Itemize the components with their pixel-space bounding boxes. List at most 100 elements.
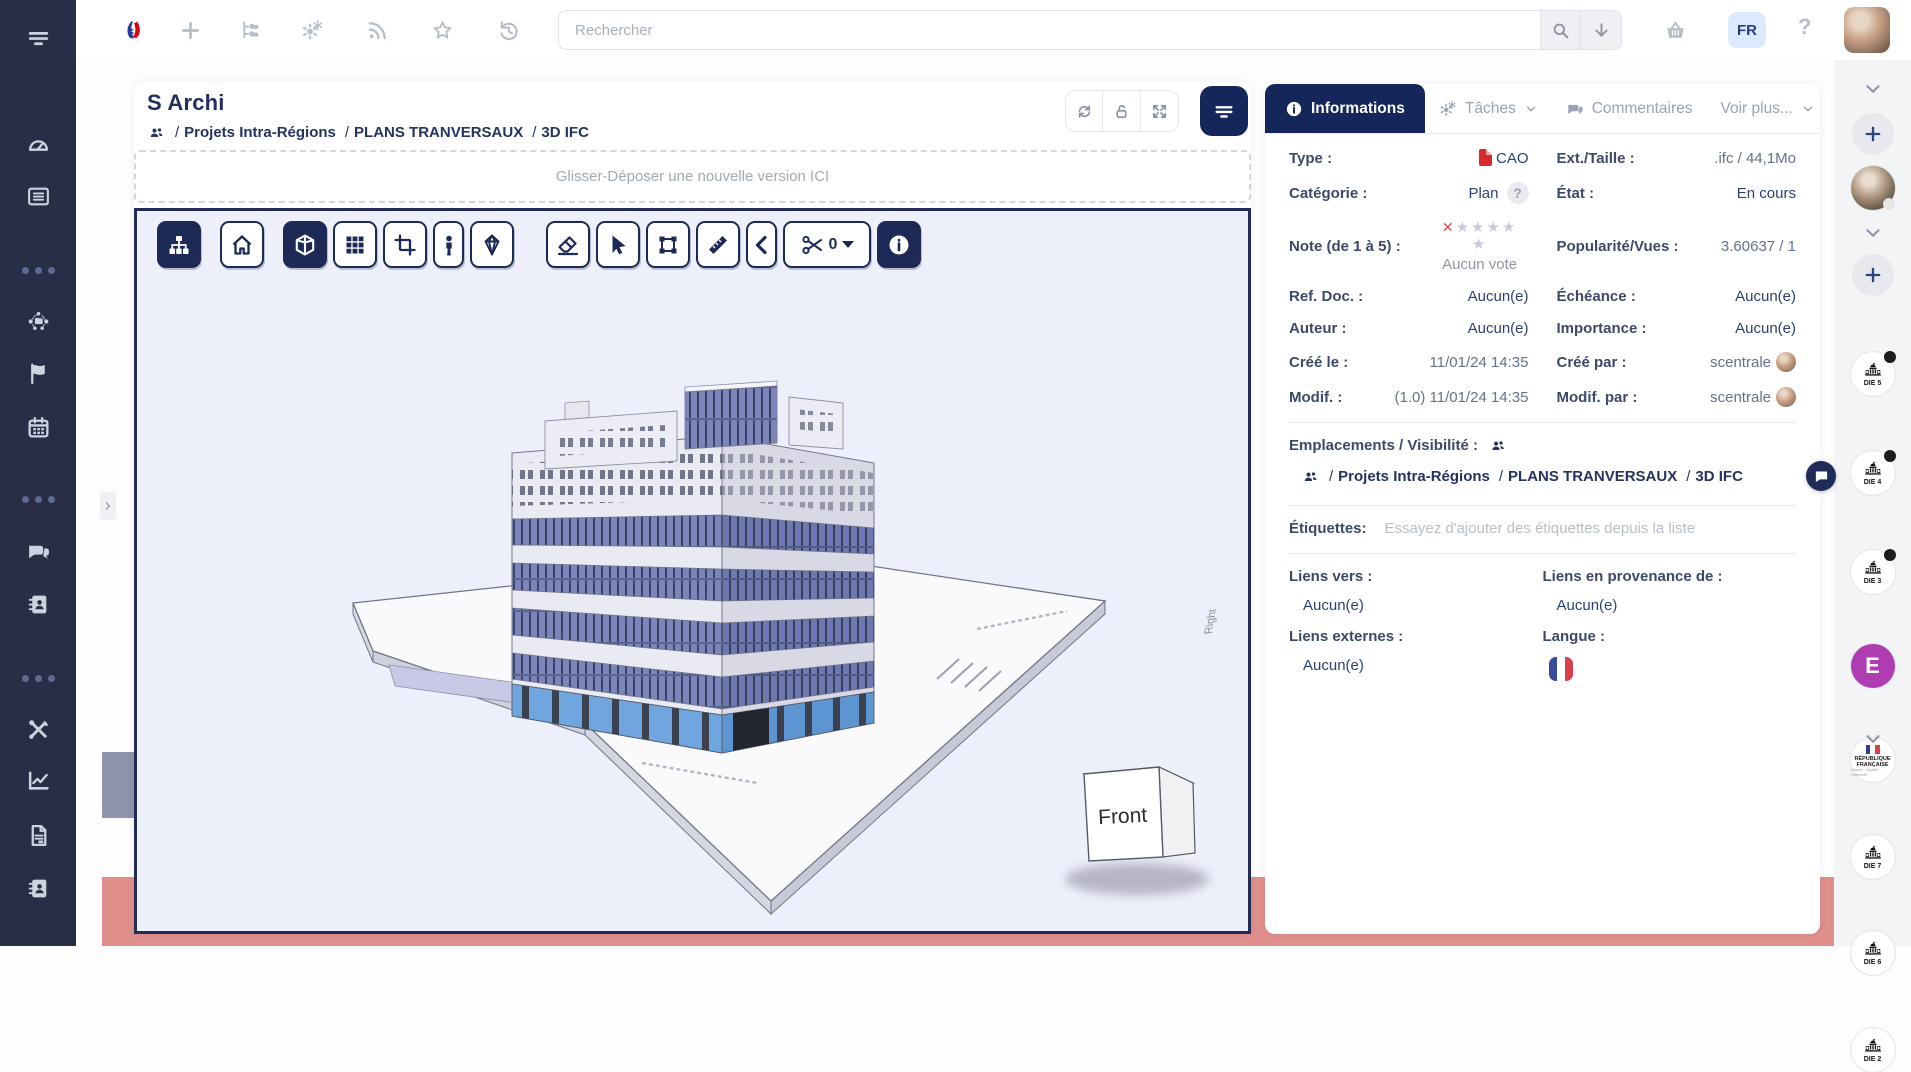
field-label: Note (de 1 à 5) :	[1289, 238, 1401, 255]
tab-taches[interactable]: Tâches	[1425, 84, 1552, 133]
tab-commentaires[interactable]: Commentaires	[1552, 84, 1707, 133]
french-flag-icon[interactable]	[1549, 657, 1573, 681]
org-avatar-die7[interactable]: DIE 7	[1851, 835, 1895, 879]
star-icon	[431, 19, 454, 42]
search-download-button[interactable]	[1581, 10, 1622, 50]
language-switcher[interactable]: FR	[1728, 12, 1766, 48]
nav-cube-front-label[interactable]: Front	[1098, 804, 1148, 830]
clipping-planes-dropdown[interactable]: 0	[783, 221, 871, 268]
search-submit-button[interactable]	[1540, 10, 1581, 50]
document-menu-button[interactable]	[1200, 86, 1248, 136]
sidebar-item-messages[interactable]	[0, 536, 76, 566]
sidebar-item-tools[interactable]	[0, 714, 76, 744]
help-button[interactable]: ?	[1798, 14, 1811, 40]
field-value: 3.60637 / 1	[1678, 238, 1796, 255]
divider	[1289, 505, 1796, 506]
sidebar-item-documents[interactable]	[0, 820, 76, 850]
storeys-grid-button[interactable]	[333, 221, 377, 268]
letter-avatar[interactable]: E	[1851, 644, 1895, 688]
home-view-button[interactable]	[220, 221, 264, 268]
org-avatar-die4[interactable]: DIE 4	[1851, 451, 1895, 495]
org-avatar-die2[interactable]: DIE 2	[1851, 1028, 1895, 1072]
sidebar-item-directory[interactable]	[0, 873, 76, 903]
breadcrumb-item[interactable]: PLANS TRANVERSAUX	[1508, 468, 1677, 485]
sidebar-item-dashboard[interactable]	[0, 129, 76, 159]
field-value-categorie[interactable]: Plan?	[1367, 182, 1528, 204]
collapse-toolbar-button[interactable]	[746, 221, 777, 268]
sidebar-more-dots[interactable]	[0, 675, 76, 682]
refresh-button[interactable]	[1065, 90, 1103, 132]
sidebar-item-list[interactable]	[0, 181, 76, 211]
org-avatar-die6[interactable]: DIE 6	[1851, 931, 1895, 975]
tab-informations[interactable]: Informations	[1265, 84, 1425, 133]
settings-button[interactable]	[296, 14, 328, 46]
upload-dropzone[interactable]: Glisser-Déposer une nouvelle version ICI	[134, 150, 1251, 203]
info-button[interactable]	[877, 221, 921, 268]
breadcrumb-item[interactable]: 3D IFC	[541, 124, 589, 141]
section-chevron-icon[interactable]	[1862, 222, 1884, 244]
favorites-button[interactable]	[426, 14, 458, 46]
rating-widget[interactable]: ✕★★★★ ★ Aucun vote	[1401, 219, 1529, 273]
feed-button[interactable]	[361, 14, 393, 46]
breadcrumb-item[interactable]: 3D IFC	[1695, 468, 1743, 485]
history-button[interactable]	[492, 14, 524, 46]
navigation-cube[interactable]: Front Right	[1065, 607, 1219, 895]
workspace-share-icon	[26, 309, 51, 334]
building-model[interactable]	[512, 381, 874, 761]
field-value-user[interactable]: scentrale	[1627, 352, 1796, 372]
clear-rating-icon[interactable]: ✕	[1442, 219, 1454, 235]
org-avatar-die3[interactable]: DIE 3	[1851, 550, 1895, 594]
add-organization-button[interactable]	[1852, 254, 1894, 296]
crop-view-button[interactable]	[383, 221, 427, 268]
wireframe-button[interactable]	[470, 221, 514, 268]
fullscreen-button[interactable]	[1141, 90, 1179, 132]
search-input[interactable]	[558, 10, 1540, 50]
structure-tree-button[interactable]	[157, 221, 201, 268]
unlock-button[interactable]	[1103, 90, 1141, 132]
user-avatar[interactable]	[1844, 7, 1890, 53]
first-person-button[interactable]	[433, 221, 464, 268]
building-3d-model[interactable]: Front Right	[137, 211, 1248, 931]
3d-mode-button[interactable]	[283, 221, 327, 268]
ifc-3d-viewer[interactable]: Front Right 0	[134, 208, 1251, 934]
project-tree-button[interactable]	[234, 14, 266, 46]
star-icon[interactable]: ★	[1472, 236, 1487, 253]
sidebar-item-statistics[interactable]	[0, 765, 76, 795]
sidebar-item-workspaces[interactable]	[0, 306, 76, 336]
field-value-user[interactable]: scentrale	[1637, 387, 1796, 407]
etiquettes-input[interactable]: Essayez d'ajouter des étiquettes depuis …	[1385, 520, 1696, 537]
sidebar-item-calendar[interactable]	[0, 412, 76, 442]
field-value-etat[interactable]: En cours	[1594, 185, 1796, 202]
breadcrumb-item[interactable]: Projets Intra-Régions	[184, 124, 336, 141]
contact-avatar[interactable]	[1851, 166, 1895, 210]
viewer-toolbar: 0	[157, 221, 927, 268]
eraser-button[interactable]	[546, 221, 590, 268]
nav-cube-right-label[interactable]: Right	[1203, 607, 1220, 635]
section-box-button[interactable]	[646, 221, 690, 268]
breadcrumb-item[interactable]: PLANS TRANVERSAUX	[354, 124, 523, 141]
org-avatar-die5[interactable]: DIE 5	[1851, 352, 1895, 396]
panel-expander-button[interactable]	[100, 492, 116, 520]
sidebar-menu-toggle[interactable]	[0, 22, 76, 52]
add-contact-button[interactable]	[1852, 113, 1894, 155]
select-button[interactable]	[596, 221, 640, 268]
app-logo-marianne[interactable]	[118, 14, 150, 46]
help-badge[interactable]: ?	[1507, 182, 1529, 204]
star-icons[interactable]: ★★★★	[1456, 219, 1518, 236]
tab-voir-plus[interactable]: Voir plus...	[1707, 84, 1829, 133]
scroll-down-chevron-icon[interactable]	[1862, 728, 1884, 750]
chat-fab-button[interactable]	[1806, 461, 1836, 491]
breadcrumb-item[interactable]: Projets Intra-Régions	[1338, 468, 1490, 485]
sidebar-more-dots[interactable]	[0, 267, 76, 274]
sidebar-item-flags[interactable]	[0, 358, 76, 388]
create-new-button[interactable]	[174, 14, 206, 46]
measure-button[interactable]	[696, 221, 740, 268]
sidebar-item-contacts[interactable]	[0, 589, 76, 619]
sidebar-more-dots[interactable]	[0, 496, 76, 503]
crop-icon	[393, 233, 417, 257]
scroll-up-chevron-icon[interactable]	[1862, 78, 1884, 100]
tab-label: Commentaires	[1592, 100, 1693, 118]
field-label: Catégorie :	[1289, 185, 1367, 202]
field-value-type[interactable]: CAO	[1332, 149, 1528, 167]
basket-button[interactable]	[1659, 14, 1691, 46]
